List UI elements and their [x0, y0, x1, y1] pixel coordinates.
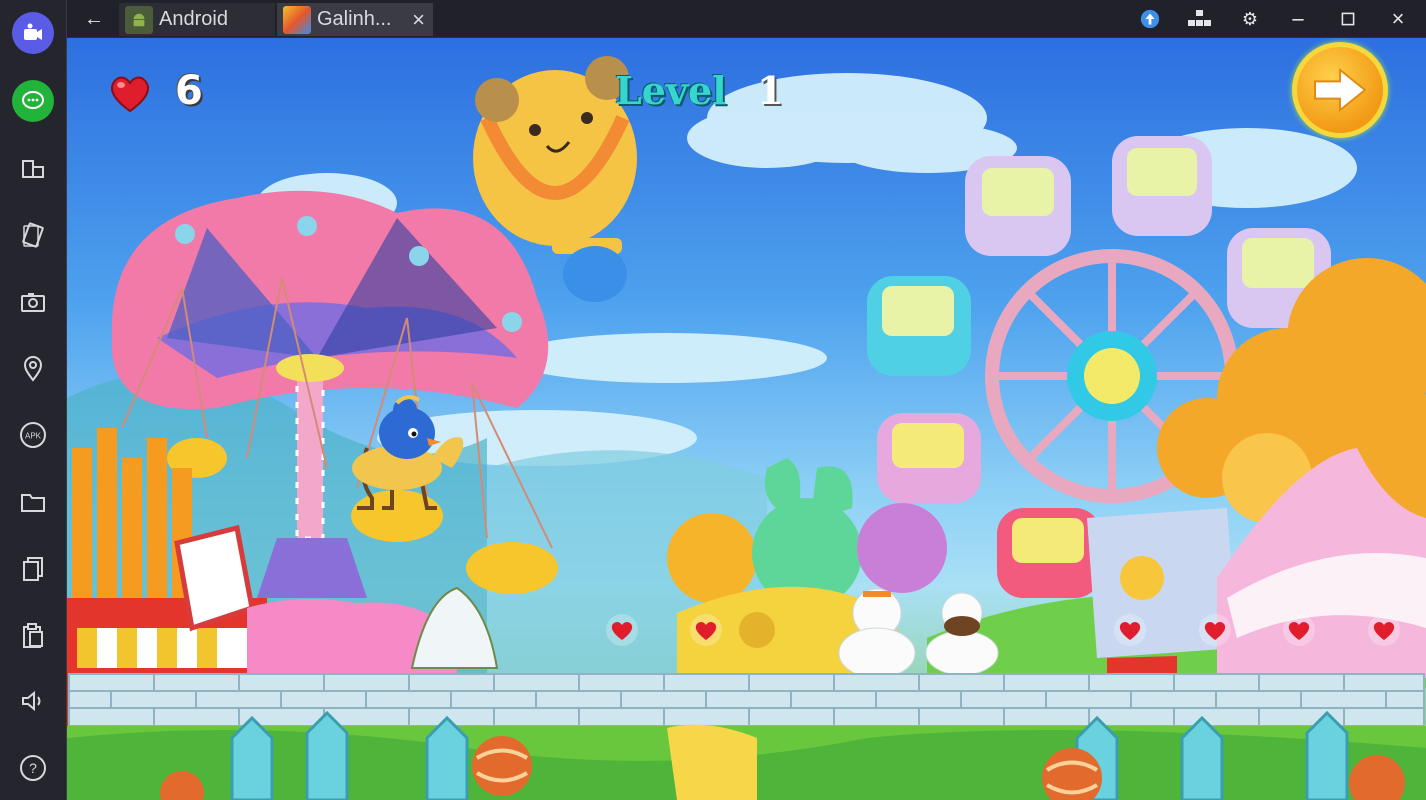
volume-icon[interactable] — [12, 680, 54, 722]
lives-heart-icon — [107, 71, 153, 113]
back-icon[interactable]: ← — [81, 6, 107, 32]
paste-icon[interactable] — [12, 614, 54, 656]
close-icon[interactable]: × — [1385, 6, 1411, 32]
screenshot-icon[interactable] — [12, 281, 54, 323]
tab-close-icon[interactable]: × — [412, 7, 425, 33]
shake-icon[interactable] — [12, 214, 54, 256]
help-icon[interactable]: ? — [12, 747, 54, 789]
title-bar: ← Android Galinh... × ⚙ × — [67, 0, 1426, 38]
next-arrow-button[interactable] — [1292, 42, 1388, 138]
gear-icon[interactable]: ⚙ — [1237, 6, 1263, 32]
maximize-icon[interactable] — [1335, 6, 1361, 32]
tab-android[interactable]: Android — [119, 3, 275, 36]
collectible-heart[interactable] — [1282, 613, 1316, 647]
copy-icon[interactable] — [12, 547, 54, 589]
chat-icon[interactable] — [12, 80, 54, 122]
lives-count: 6 — [175, 68, 203, 114]
arrow-right-icon — [1314, 67, 1367, 113]
game-scene — [67, 56, 1426, 800]
level-label: Level — [615, 68, 727, 113]
multi-instance-icon[interactable] — [1185, 6, 1215, 32]
camera-icon[interactable] — [12, 12, 54, 54]
brick-platform — [68, 673, 1425, 727]
svg-text:APK: APK — [25, 432, 42, 441]
collectible-heart[interactable] — [1198, 613, 1232, 647]
screen-rotate-icon[interactable] — [12, 148, 54, 190]
game-viewport[interactable]: 6 Level 1 — [67, 38, 1426, 800]
location-icon[interactable] — [12, 347, 54, 389]
level-number: 1 — [757, 68, 784, 113]
game-app-icon — [283, 5, 311, 34]
sidebar: APK ? — [0, 0, 67, 800]
collectible-heart[interactable] — [689, 613, 723, 647]
folder-icon[interactable] — [12, 481, 54, 523]
apk-icon[interactable]: APK — [12, 414, 54, 456]
collectible-heart[interactable] — [1113, 613, 1147, 647]
android-icon — [125, 5, 153, 34]
collectible-heart[interactable] — [1367, 613, 1401, 647]
svg-text:?: ? — [29, 760, 37, 776]
upload-icon[interactable] — [1137, 6, 1163, 32]
tab-label: Galinh... — [317, 8, 392, 30]
tab-game[interactable]: Galinh... × — [277, 3, 433, 36]
tab-label: Android — [159, 8, 228, 30]
minimize-icon[interactable] — [1285, 6, 1311, 32]
collectible-heart[interactable] — [605, 613, 639, 647]
